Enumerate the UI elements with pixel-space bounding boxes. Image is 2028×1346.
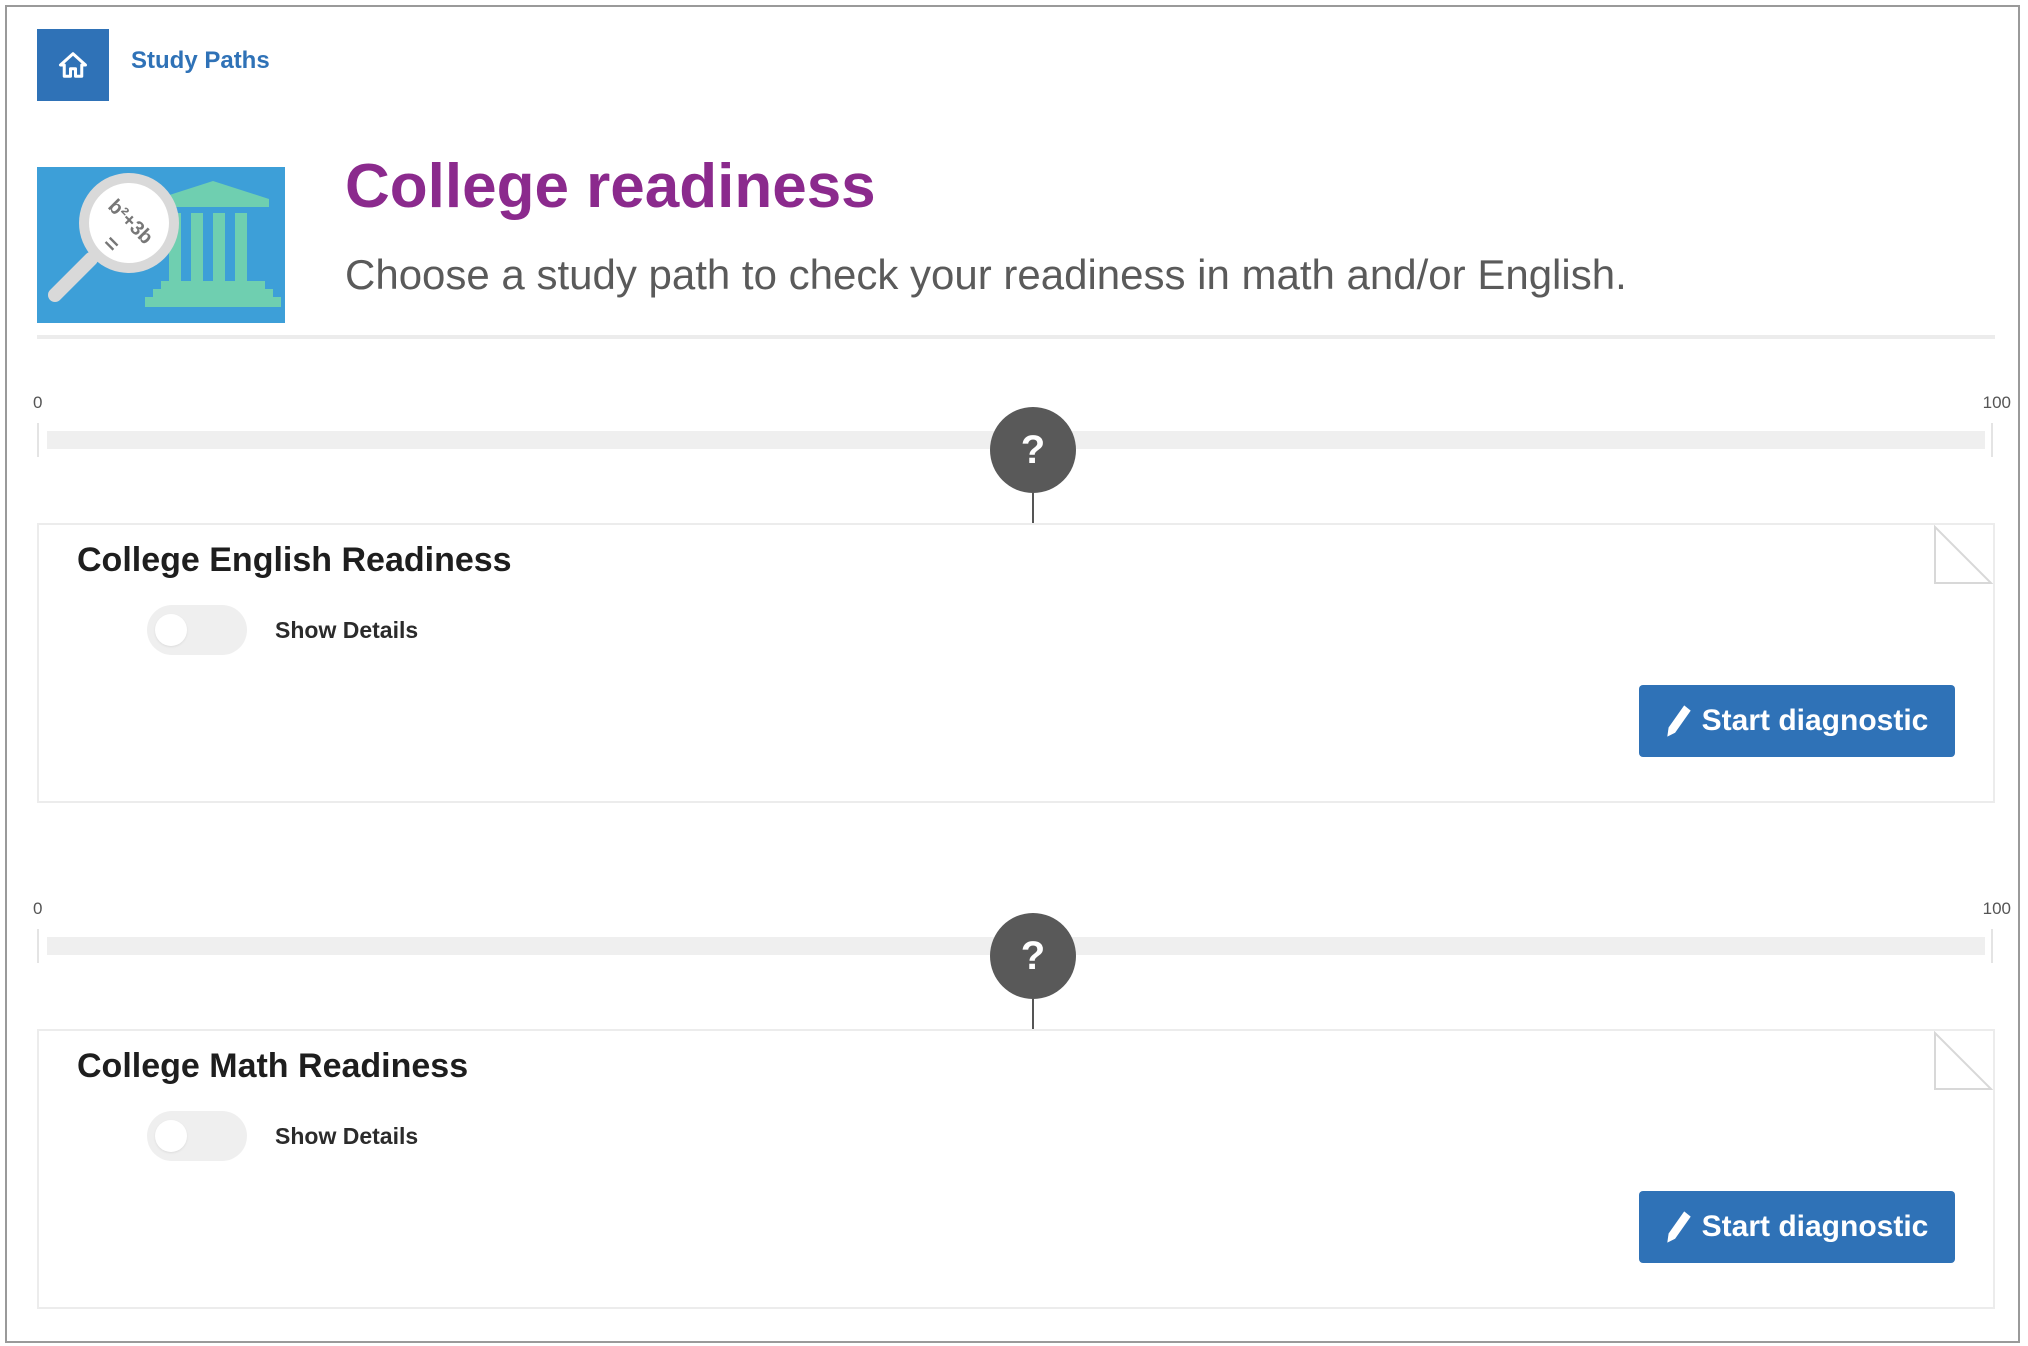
page-fold-icon xyxy=(1934,525,1993,584)
header-divider xyxy=(37,335,1995,339)
show-details-label: Show Details xyxy=(275,617,419,643)
scale-min-label: 0 xyxy=(33,393,43,412)
show-details-label: Show Details xyxy=(275,1123,419,1149)
study-path-card-math: College Math Readiness Show Details Star… xyxy=(37,1029,1995,1309)
start-diagnostic-label: Start diagnostic xyxy=(1701,1210,1929,1243)
start-diagnostic-button[interactable]: Start diagnostic xyxy=(1639,685,1955,757)
scale-left-cap xyxy=(37,423,39,457)
readiness-scale: 0 100 ? xyxy=(31,899,2011,1041)
score-marker[interactable]: ? xyxy=(990,407,1076,493)
magnifier-building-icon xyxy=(48,173,281,307)
scale-max-label: 100 xyxy=(1982,393,2011,412)
card-title: College Math Readiness xyxy=(77,1047,469,1085)
page-title: College readiness xyxy=(345,152,876,221)
breadcrumb-study-paths[interactable]: Study Paths xyxy=(131,47,270,75)
pencil-icon xyxy=(1666,1211,1691,1243)
home-button[interactable] xyxy=(37,29,109,101)
study-path-card-english: College English Readiness Show Details S… xyxy=(37,523,1995,803)
start-diagnostic-label: Start diagnostic xyxy=(1701,704,1929,737)
college-readiness-illustration: b²+3b = xyxy=(37,167,285,323)
scale-left-cap xyxy=(37,929,39,963)
readiness-scale: 0 100 ? xyxy=(31,393,2011,535)
start-diagnostic-button[interactable]: Start diagnostic xyxy=(1639,1191,1955,1263)
scale-right-cap xyxy=(1991,423,1993,457)
toggle-knob xyxy=(155,614,187,646)
page-subtitle: Choose a study path to check your readin… xyxy=(345,251,1627,298)
scale-right-cap xyxy=(1991,929,1993,963)
card-title: College English Readiness xyxy=(77,541,512,579)
page-frame: Study Paths b²+3b = College readiness Ch… xyxy=(5,5,2020,1343)
toggle-knob xyxy=(155,1120,187,1152)
scale-max-label: 100 xyxy=(1982,899,2011,918)
show-details-toggle[interactable] xyxy=(147,1111,247,1161)
score-marker[interactable]: ? xyxy=(990,913,1076,999)
page-fold-icon xyxy=(1934,1031,1993,1090)
home-icon xyxy=(59,52,87,78)
show-details-toggle[interactable] xyxy=(147,605,247,655)
pencil-icon xyxy=(1666,705,1691,737)
scale-min-label: 0 xyxy=(33,899,43,918)
